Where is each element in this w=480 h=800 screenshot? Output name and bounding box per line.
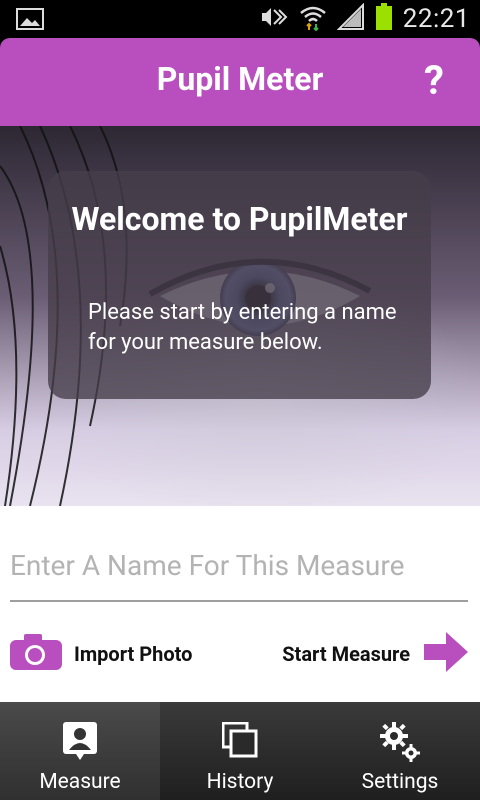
tab-settings[interactable]: Settings xyxy=(320,702,480,800)
person-id-icon xyxy=(0,722,160,762)
import-photo-button[interactable]: Import Photo xyxy=(10,630,192,678)
start-measure-label: Start Measure xyxy=(282,642,410,666)
camera-icon xyxy=(10,634,62,674)
signal-icon xyxy=(336,2,365,35)
wifi-icon xyxy=(299,3,327,35)
tab-history[interactable]: History xyxy=(160,702,320,800)
tab-measure-label: Measure xyxy=(39,770,121,794)
measure-name-input[interactable] xyxy=(10,530,468,602)
welcome-card: Welcome to PupilMeter Please start by en… xyxy=(48,171,431,399)
gallery-notification-icon xyxy=(16,8,44,30)
tab-history-label: History xyxy=(206,770,274,794)
gears-icon xyxy=(320,722,480,762)
start-measure-button[interactable]: Start Measure xyxy=(282,630,468,678)
tab-settings-label: Settings xyxy=(361,770,439,794)
clock: 22:21 xyxy=(402,4,470,34)
welcome-title: Welcome to PupilMeter xyxy=(71,200,408,238)
hero-eye-image: Welcome to PupilMeter Please start by en… xyxy=(0,126,480,506)
help-button[interactable]: ? xyxy=(414,58,454,104)
bottom-nav: Measure History Settings xyxy=(0,702,480,800)
copy-stack-icon xyxy=(160,722,320,762)
arrow-right-icon xyxy=(424,632,468,676)
battery-icon xyxy=(375,3,393,35)
app-header: Pupil Meter ? xyxy=(0,38,480,126)
welcome-message: Please start by entering a name for your… xyxy=(88,300,397,355)
status-bar: 22:21 xyxy=(0,0,480,38)
import-photo-label: Import Photo xyxy=(74,642,193,666)
measure-form: Import Photo Start Measure xyxy=(0,506,480,702)
app-title: Pupil Meter xyxy=(156,60,324,98)
tab-measure[interactable]: Measure xyxy=(0,702,160,800)
mute-icon xyxy=(259,5,289,33)
